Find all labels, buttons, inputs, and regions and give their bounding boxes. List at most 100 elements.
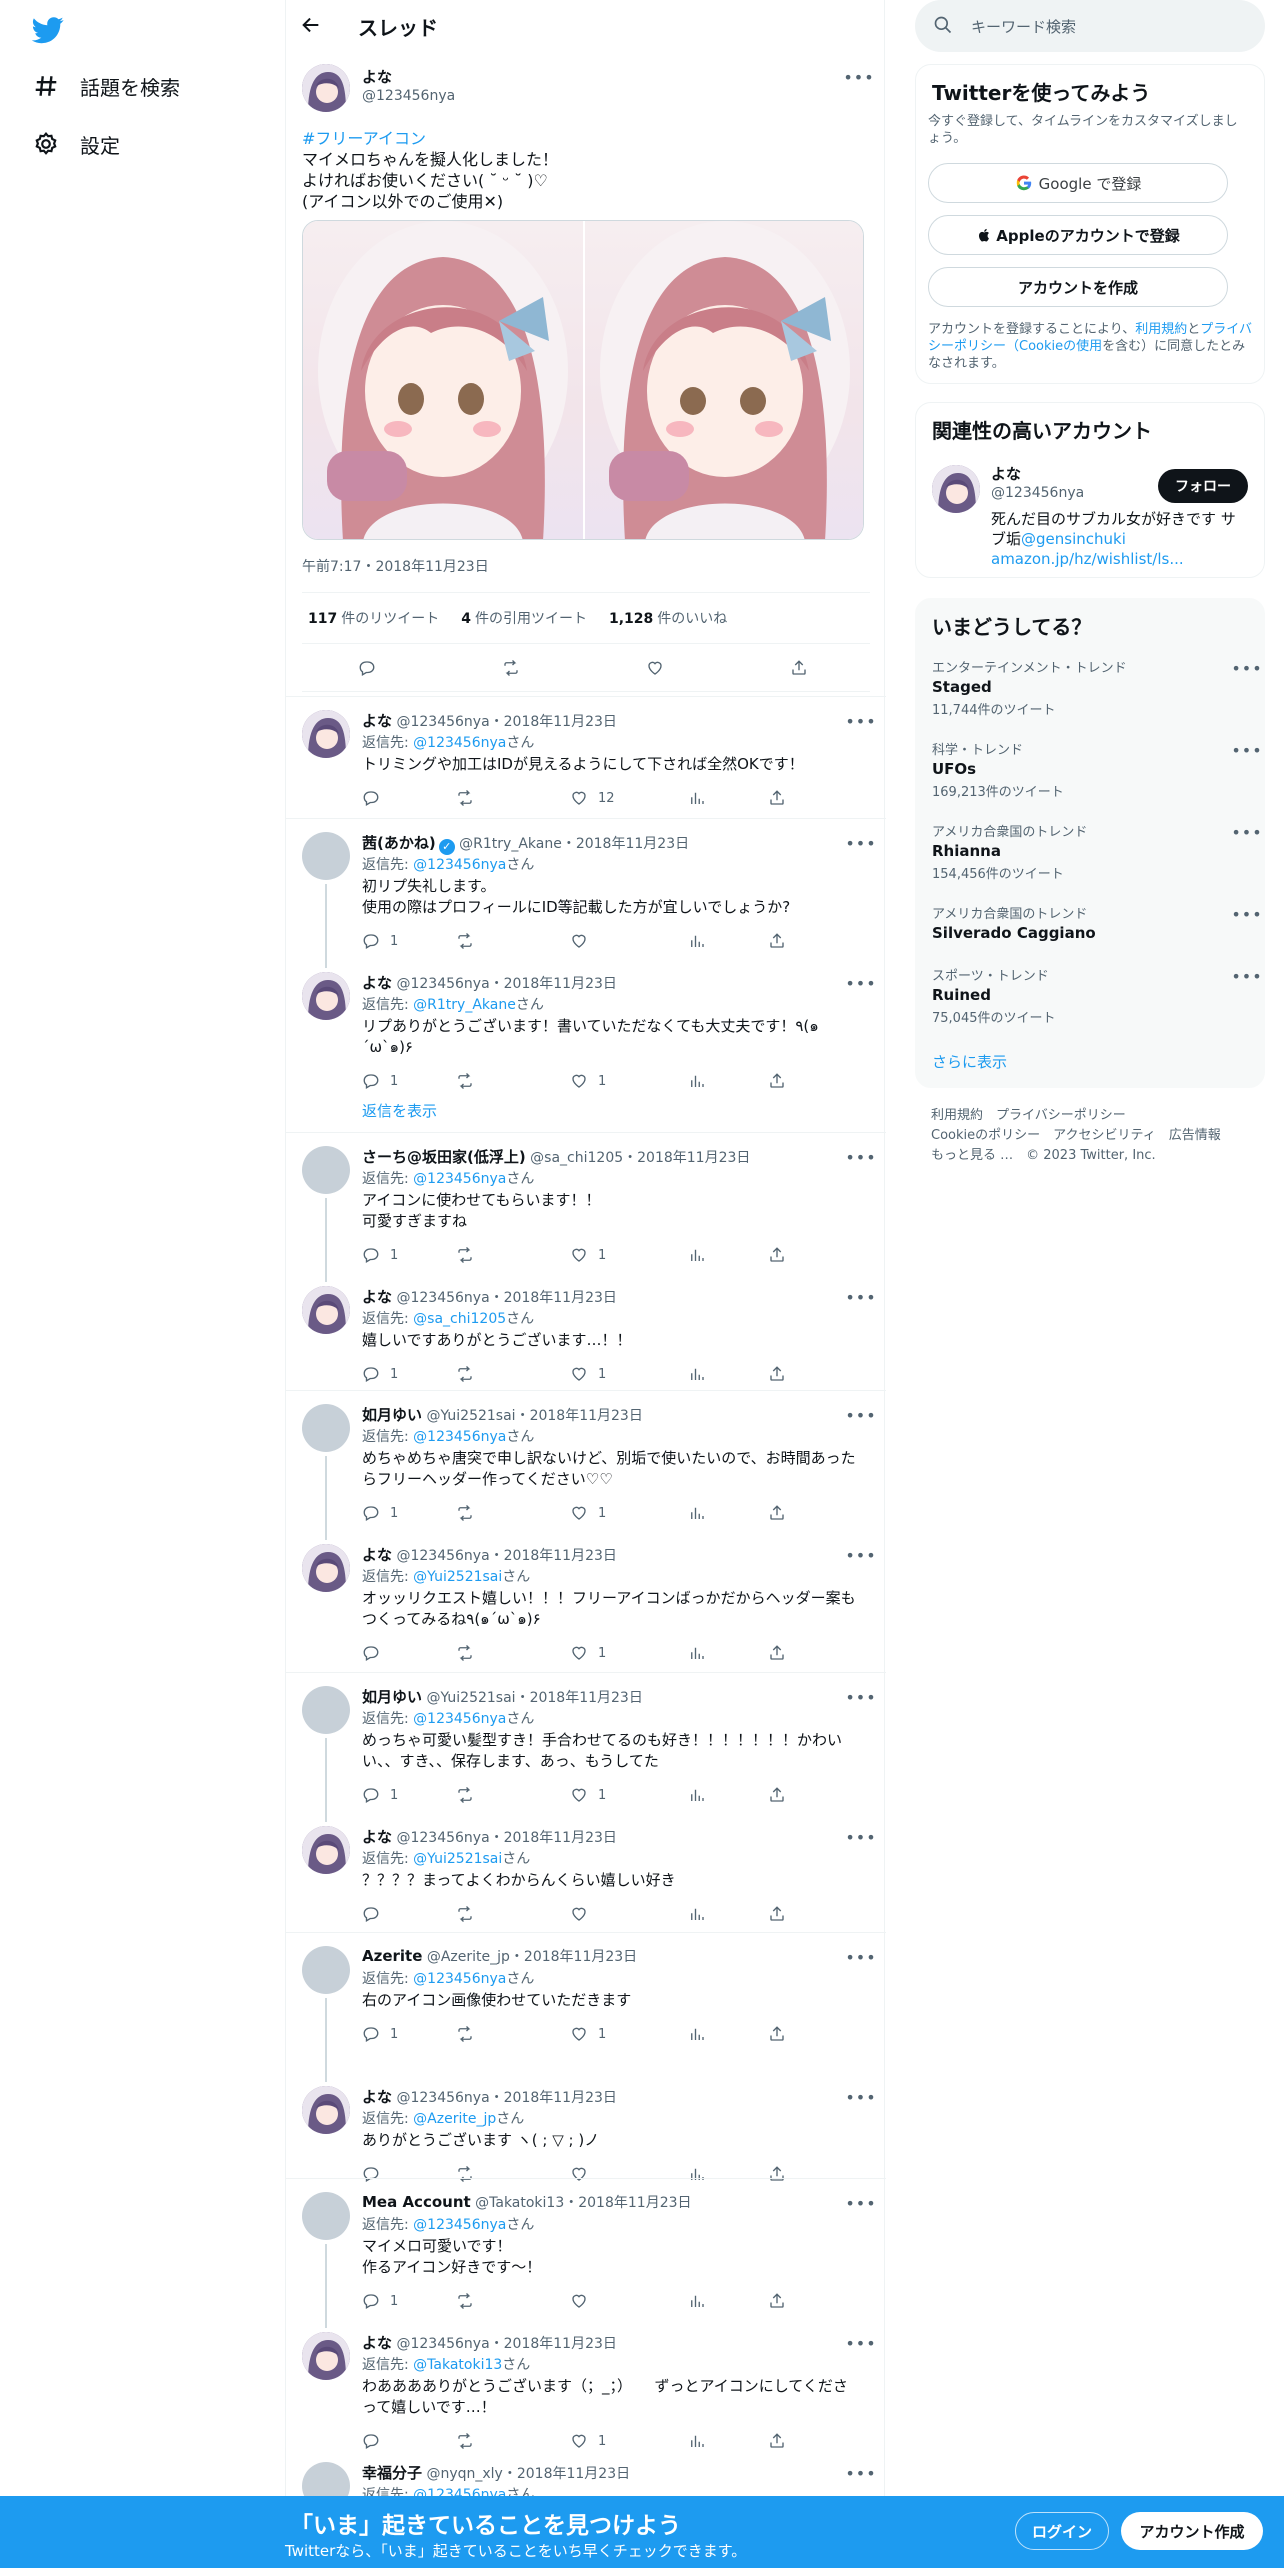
more-icon[interactable]: ••• [845, 2192, 875, 2214]
reply-action[interactable] [362, 1905, 390, 1923]
retweet-action[interactable] [456, 2025, 474, 2043]
like-action[interactable] [570, 2165, 598, 2183]
avatar[interactable] [302, 2332, 350, 2380]
reply-author-name[interactable]: よな [362, 2088, 392, 2106]
reply-action[interactable]: 1 [362, 1072, 398, 1090]
hashtag-link[interactable]: #フリーアイコン [302, 128, 862, 149]
retweet-action[interactable] [456, 2165, 474, 2183]
apple-signup-button[interactable]: Appleのアカウントで登録 [928, 215, 1228, 255]
avatar[interactable] [302, 1146, 350, 1194]
share-action[interactable] [768, 1365, 786, 1383]
retweet-action[interactable] [456, 1072, 474, 1090]
views-action[interactable] [688, 1246, 706, 1264]
reply-action[interactable]: 1 [362, 932, 398, 950]
more-icon[interactable]: ••• [843, 66, 873, 88]
views-action[interactable] [688, 1072, 706, 1090]
more-icon[interactable]: ••• [1231, 657, 1261, 679]
reply-to-mention[interactable]: @123456nya [413, 2217, 506, 2233]
share-action[interactable] [768, 2432, 786, 2450]
views-action[interactable] [688, 789, 706, 807]
related-bio-mention[interactable]: @gensinchuki [1021, 530, 1126, 548]
trend-item[interactable]: エンターテインメント・トレンド Staged 11,744件のツイート ••• [932, 657, 1262, 719]
reply-to-mention[interactable]: @sa_chi1205 [413, 1311, 506, 1327]
reply-author-name[interactable]: 如月ゆい [362, 1688, 422, 1706]
follow-button[interactable]: フォロー [1158, 469, 1248, 503]
reply-author-name[interactable]: よな [362, 1546, 392, 1564]
reply-meta[interactable]: @sa_chi1205・2018年11月23日 [530, 1150, 750, 1166]
more-icon[interactable]: ••• [845, 1826, 875, 1848]
more-icon[interactable]: ••• [1231, 739, 1261, 761]
reply-meta[interactable]: @nyqn_xly・2018年11月23日 [426, 2466, 630, 2482]
reply-author-name[interactable]: 茜(あかね) [362, 834, 436, 852]
reply-author-name[interactable]: Azerite [362, 1947, 422, 1965]
more-icon[interactable]: ••• [1231, 821, 1261, 843]
reply-action[interactable] [362, 2432, 390, 2450]
share-action[interactable] [768, 1786, 786, 1804]
media-image-left[interactable] [303, 221, 583, 539]
trends-show-more[interactable]: さらに表示 [932, 1051, 1007, 1072]
more-icon[interactable]: ••• [845, 2332, 875, 2354]
share-icon[interactable] [790, 659, 808, 677]
share-action[interactable] [768, 2292, 786, 2310]
retweet-action[interactable] [456, 1246, 474, 1264]
like-action[interactable]: 1 [570, 1246, 606, 1264]
reply-author-name[interactable]: Mea Account [362, 2193, 471, 2211]
reply-meta[interactable]: @R1try_Akane・2018年11月23日 [459, 836, 689, 852]
avatar[interactable] [302, 1404, 350, 1452]
avatar[interactable] [302, 1826, 350, 1874]
banner-signup-button[interactable]: アカウント作成 [1121, 2512, 1263, 2550]
like-action[interactable]: 1 [570, 1786, 606, 1804]
share-action[interactable] [768, 932, 786, 950]
avatar[interactable] [302, 1946, 350, 1994]
reply-to-mention[interactable]: @123456nya [413, 1429, 506, 1445]
avatar[interactable] [302, 1686, 350, 1734]
avatar[interactable] [302, 2192, 350, 2240]
more-icon[interactable]: ••• [845, 1286, 875, 1308]
reply-action[interactable]: 1 [362, 1365, 398, 1383]
reply-author-name[interactable]: さーち@坂田家(低浮上) [362, 1148, 526, 1166]
like-action[interactable] [570, 1905, 598, 1923]
main-tweet-handle[interactable]: @123456nya [362, 88, 455, 104]
more-icon[interactable]: ••• [845, 1544, 875, 1566]
share-action[interactable] [768, 2165, 786, 2183]
terms-link[interactable]: 利用規約 [1135, 322, 1187, 337]
like-stat[interactable]: 1,128 件のいいね [609, 608, 727, 628]
retweet-action[interactable] [456, 1504, 474, 1522]
tweet-media[interactable] [302, 220, 864, 540]
retweet-action[interactable] [456, 1644, 474, 1662]
reply-meta[interactable]: @123456nya・2018年11月23日 [396, 714, 616, 730]
like-action[interactable]: 1 [570, 2025, 606, 2043]
footer-line[interactable]: Cookieのポリシー アクセシビリティ 広告情報 [931, 1126, 1221, 1146]
reply-meta[interactable]: @123456nya・2018年11月23日 [396, 2090, 616, 2106]
reply-author-name[interactable]: 如月ゆい [362, 1406, 422, 1424]
like-action[interactable]: 12 [570, 789, 615, 807]
search-box[interactable]: キーワード検索 [915, 0, 1265, 52]
main-tweet-name[interactable]: よな [362, 66, 392, 87]
views-action[interactable] [688, 1644, 706, 1662]
reply-author-name[interactable]: よな [362, 1288, 392, 1306]
more-icon[interactable]: ••• [845, 832, 875, 854]
share-action[interactable] [768, 1905, 786, 1923]
retweet-action[interactable] [456, 932, 474, 950]
reply-action[interactable] [362, 1644, 390, 1662]
reply-to-mention[interactable]: @123456nya [413, 735, 506, 751]
views-action[interactable] [688, 1504, 706, 1522]
reply-author-name[interactable]: よな [362, 1828, 392, 1846]
reply-action[interactable]: 1 [362, 1786, 398, 1804]
like-action[interactable] [570, 932, 598, 950]
reply-to-mention[interactable]: @Yui2521sai [413, 1851, 502, 1867]
views-action[interactable] [688, 2292, 706, 2310]
trend-item[interactable]: スポーツ・トレンド Ruined 75,045件のツイート ••• [932, 965, 1262, 1027]
like-icon[interactable] [646, 659, 664, 677]
reply-meta[interactable]: @Yui2521sai・2018年11月23日 [426, 1408, 642, 1424]
nav-explore[interactable]: 話題を検索 [32, 64, 180, 108]
reply-author-name[interactable]: よな [362, 712, 392, 730]
views-action[interactable] [688, 1905, 706, 1923]
reply-meta[interactable]: @Yui2521sai・2018年11月23日 [426, 1690, 642, 1706]
google-signup-button[interactable]: Google で登録 [928, 163, 1228, 203]
footer-line[interactable]: 利用規約 プライバシーポリシー [931, 1106, 1221, 1126]
reply-to-mention[interactable]: @123456nya [413, 1971, 506, 1987]
retweet-action[interactable] [456, 1786, 474, 1804]
show-replies-link[interactable]: 返信を表示 [362, 1100, 437, 1121]
reply-meta[interactable]: @123456nya・2018年11月23日 [396, 2336, 616, 2352]
